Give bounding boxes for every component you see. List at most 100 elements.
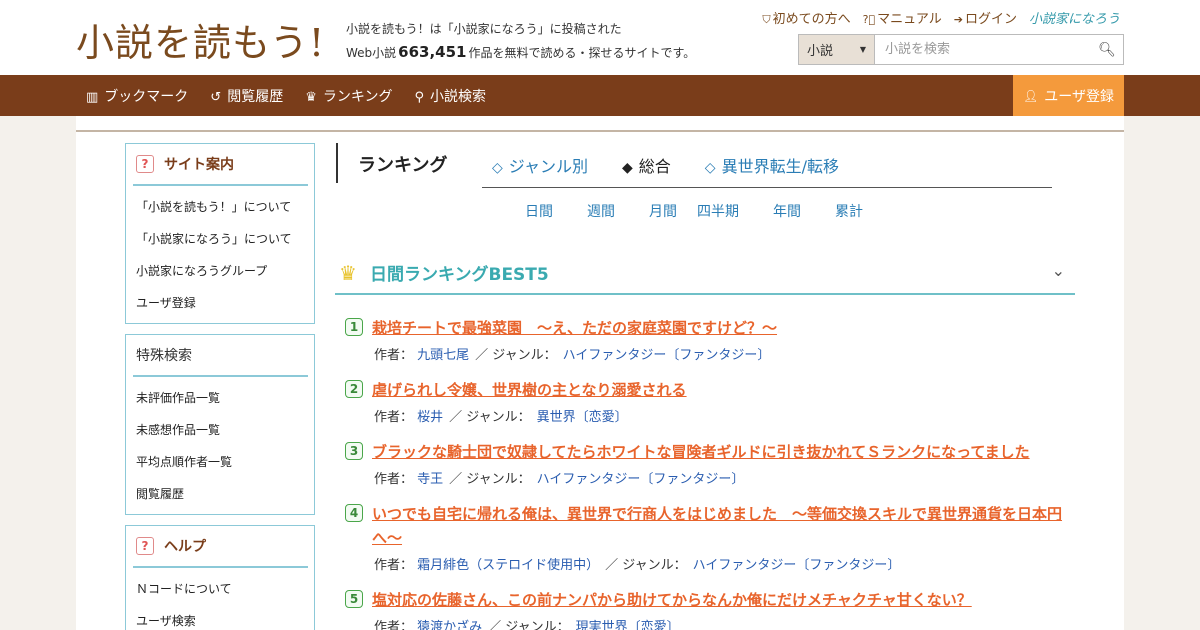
work-count: 663,451 [398,43,467,61]
search-input[interactable] [875,35,1091,64]
search-category-value: 小説 [807,44,834,59]
novel-title-link[interactable]: 虐げられし令嬢、世界樹の主となり溺愛される [345,378,1075,402]
nav-history[interactable]: ↺ 閲覧履歴 [210,86,283,106]
genre-link[interactable]: 現実世界〔恋愛〕 [576,620,680,630]
rank-number: 3 [345,442,363,460]
ranking-item: 5 塩対応の佐藤さん、この前ナンパから助けてからなんか俺にだけメチャクチャ甘くな… [345,588,1075,630]
site-guide-header: ? サイト案内 [133,144,308,186]
genre-link[interactable]: ハイファンタジー〔ファンタジー〕 [537,472,745,487]
period-quarterly[interactable]: 四半期 [697,201,773,221]
novel-meta: 作者： 桜井 ／ ジャンル： 異世界〔恋愛〕 [345,406,1075,425]
novel-title-link[interactable]: ブラックな騎士団で奴隷してたらホワイトな冒険者ギルドに引き抜かれてＳランクになっ… [345,440,1075,464]
site-logo[interactable]: 小説を読もう! [76,12,325,67]
sidebar-item-ncode[interactable]: Ｎコードについて [136,576,232,608]
novel-title-link[interactable]: 塩対応の佐藤さん、この前ナンパから助けてからなんか俺にだけメチャクチャ甘くない？ [345,588,1075,612]
period-links: 日間 週間 月間 四半期 年間 累計 [525,201,863,221]
search-category-select[interactable]: 小説 ▼ [799,35,875,64]
nav-history-label: 閲覧履歴 [227,88,284,105]
author-link[interactable]: 猿渡かざみ [417,620,482,630]
first-time-link[interactable]: ⛉ 初めての方へ [762,8,850,27]
search-bar: 小説 ▼ 🔍︎ [798,34,1124,65]
tabs-divider [482,187,1052,188]
manual-link[interactable]: ?⃝ マニュアル [863,8,942,27]
daily-best-header: ♛ 日間ランキングBEST5 ⌄ [335,253,1075,295]
period-daily[interactable]: 日間 [525,201,587,221]
login-link[interactable]: ➔ ログイン [954,8,1017,27]
nav-ranking-label: ランキング [322,88,393,105]
author-link[interactable]: 桜井 [417,410,443,425]
author-label: 作者： [374,472,414,487]
site-tagline: 小説を読もう！は「小説家になろう」に投稿された Web小説 663,451 作品を無… [346,18,695,65]
site-guide-title: サイト案内 [164,157,234,173]
help-header: ? ヘルプ [133,526,308,568]
help-title: ヘルプ [164,539,206,555]
genre-label: ／ ジャンル： [605,558,687,573]
ranking-item: 3 ブラックな騎士団で奴隷してたらホワイトな冒険者ギルドに引き抜かれてＳランクに… [345,440,1075,487]
top-links: ⛉ 初めての方へ ?⃝ マニュアル ➔ ログイン 小説家になろう [762,8,1120,27]
first-time-label: 初めての方へ [772,12,851,27]
period-weekly[interactable]: 週間 [587,201,649,221]
question-icon: ? [136,537,154,555]
sidebar-item-no-impression[interactable]: 未感想作品一覧 [136,417,232,449]
main-navbar: ▥ ブックマーク ↺ 閲覧履歴 ♛ ランキング ⚲ 小説検索 👤︎ ユーザ登録 [0,75,1200,116]
chevron-down-icon[interactable]: ⌄ [1052,261,1065,280]
rank-number: 4 [345,504,363,522]
period-monthly[interactable]: 月間 [649,201,697,221]
sidebar-help: ? ヘルプ Ｎコードについて ユーザ検索 [125,525,315,630]
author-link[interactable]: 霜月緋色（ステロイド使用中） [417,558,599,573]
ranking-title-bar [336,143,338,183]
rank-number: 2 [345,380,363,398]
novel-title-link[interactable]: 栽培チートで最強菜園 ～え、ただの家庭菜園ですけど？～ [345,316,1075,340]
sidebar-item-about-yomou[interactable]: 「小説を読もう！」について [136,194,292,226]
search-button[interactable]: 🔍︎ [1091,35,1123,64]
genre-link[interactable]: 異世界〔恋愛〕 [537,410,628,425]
sidebar-item-unrated[interactable]: 未評価作品一覧 [136,385,232,417]
novel-title-link[interactable]: いつでも自宅に帰れる俺は、異世界で行商人をはじめました ～等価交換スキルで異世界… [345,502,1075,550]
sidebar-item-about-narou[interactable]: 「小説家になろう」について [136,226,292,258]
novel-meta: 作者： 霜月緋色（ステロイド使用中） ／ ジャンル： ハイファンタジー〔ファンタジー… [345,554,1075,573]
nav-bookmark[interactable]: ▥ ブックマーク [86,86,188,106]
nav-ranking[interactable]: ♛ ランキング [305,86,392,106]
nav-search[interactable]: ⚲ 小説検索 [414,86,486,106]
tagline-suffix: 作品を無料で読める・探せるサイトです。 [468,46,696,60]
question-icon: ? [136,155,154,173]
tab-overall[interactable]: ◆ 総合 [622,153,671,177]
login-icon: ➔ [953,13,963,26]
sidebar-item-history[interactable]: 閲覧履歴 [136,481,232,513]
novel-meta: 作者： 寺王 ／ ジャンル： ハイファンタジー〔ファンタジー〕 [345,468,1075,487]
dropdown-arrow-icon: ▼ [859,45,866,54]
sidebar-item-user-search[interactable]: ユーザ検索 [136,608,232,630]
help-list: Ｎコードについて ユーザ検索 [136,576,232,630]
user-icon: 👤︎ [1023,88,1039,103]
tagline-line2: Web小説 663,451 作品を無料で読める・探せるサイトです。 [346,41,695,65]
nav-search-label: 小説検索 [429,88,486,105]
tagline-prefix: Web小説 [346,46,397,60]
sidebar-item-avg-score-authors[interactable]: 平均点順作者一覧 [136,449,232,481]
nav-items: ▥ ブックマーク ↺ 閲覧履歴 ♛ ランキング ⚲ 小説検索 [86,75,486,116]
genre-label: ／ ジャンル： [449,472,531,487]
author-label: 作者： [374,348,414,363]
sidebar-item-register[interactable]: ユーザ登録 [136,290,292,322]
genre-label: ／ ジャンル： [449,410,531,425]
narou-logo-link[interactable]: 小説家になろう [1029,8,1120,27]
tab-genre[interactable]: ◇ ジャンル別 [492,153,588,177]
nav-bookmark-label: ブックマーク [104,88,189,105]
history-icon: ↺ [210,89,222,105]
special-search-header: 特殊検索 [133,335,308,377]
register-button[interactable]: 👤︎ ユーザ登録 [1013,75,1124,116]
genre-link[interactable]: ハイファンタジー〔ファンタジー〕 [563,348,771,363]
genre-link[interactable]: ハイファンタジー〔ファンタジー〕 [693,558,901,573]
manual-label: マニュアル [877,12,942,27]
sidebar-item-narou-group[interactable]: 小説家になろうグループ [136,258,292,290]
tab-isekai-label: 異世界転生/転移 [721,157,839,176]
tab-isekai[interactable]: ◇ 異世界転生/転移 [705,153,839,177]
site-guide-list: 「小説を読もう！」について 「小説家になろう」について 小説家になろうグループ … [136,194,292,322]
content-divider [76,130,1124,132]
author-link[interactable]: 九頭七尾 [417,348,469,363]
author-label: 作者： [374,558,414,573]
period-cumulative[interactable]: 累計 [835,201,863,221]
author-label: 作者： [374,410,414,425]
period-yearly[interactable]: 年間 [773,201,835,221]
author-label: 作者： [374,620,414,630]
author-link[interactable]: 寺王 [417,472,443,487]
